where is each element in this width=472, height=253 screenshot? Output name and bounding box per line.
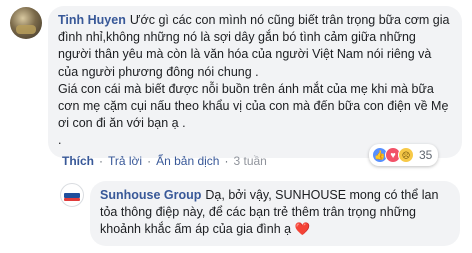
- comment-text: Ước gì các con mình nó cũng biết trân tr…: [58, 13, 450, 148]
- reply-comment: Sunhouse Group Dạ, bởi vậy, SUNHOUSE mong…: [60, 181, 460, 246]
- sad-icon: ☹: [398, 147, 414, 163]
- reply-author[interactable]: Sunhouse Group: [100, 188, 201, 202]
- reaction-count: 35: [419, 148, 433, 162]
- timestamp[interactable]: 3 tuần: [233, 154, 266, 168]
- reply-bubble: Sunhouse Group Dạ, bởi vậy, SUNHOUSE mong…: [90, 181, 460, 246]
- separator: ·: [224, 154, 229, 168]
- page-avatar[interactable]: [60, 183, 84, 207]
- heart-emoji: ❤️: [294, 222, 311, 237]
- reply-button[interactable]: Trả lời: [108, 154, 142, 168]
- separator: ·: [99, 154, 103, 168]
- comment-bubble: Tinh Huyen Ước gì các con mình nó cũng bi…: [48, 6, 462, 158]
- comment-actions: Thích · Trả lời · Ẩn bản dịch · 3 tuần: [62, 154, 267, 168]
- comment-author[interactable]: Tinh Huyen: [58, 13, 126, 27]
- like-button[interactable]: Thích: [62, 154, 94, 168]
- translate-toggle[interactable]: Ẩn bản dịch: [156, 154, 219, 168]
- comment: Tinh Huyen Ước gì các con mình nó cũng bi…: [10, 6, 462, 158]
- separator: ·: [147, 154, 152, 168]
- sunhouse-logo-icon: [64, 192, 80, 201]
- reaction-summary[interactable]: 👍 ♥ ☹ 35: [369, 144, 439, 166]
- avatar[interactable]: [10, 7, 42, 39]
